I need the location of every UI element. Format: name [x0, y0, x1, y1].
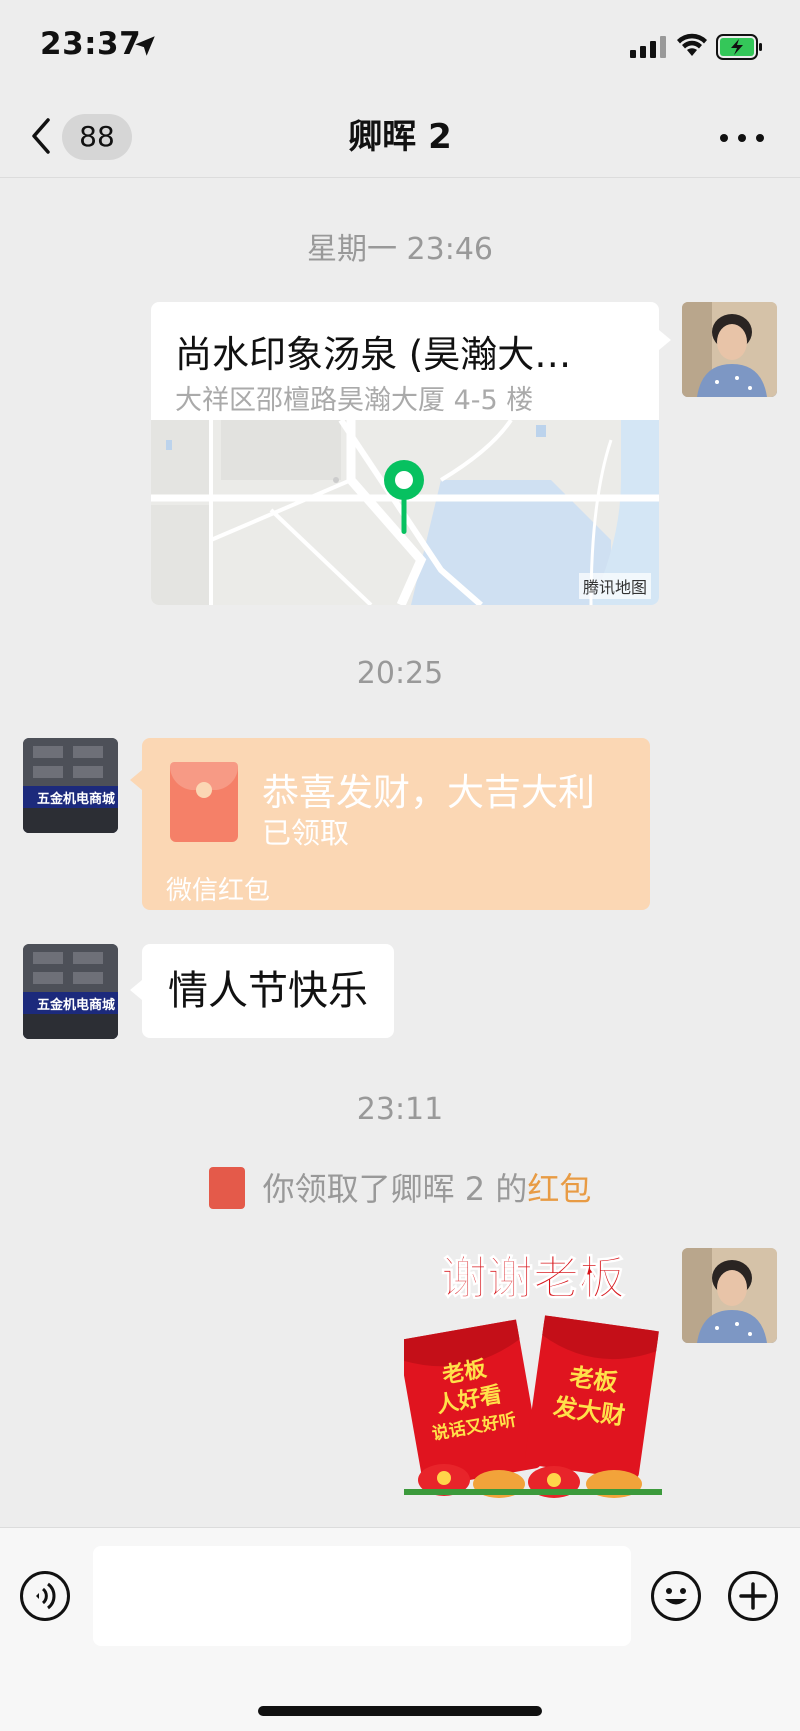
more-icon[interactable] — [720, 134, 764, 142]
red-packet-footer: 微信红包 — [166, 876, 271, 906]
map-pin-icon — [384, 460, 424, 534]
timestamp: 23:11 — [356, 1092, 444, 1127]
text-message[interactable]: 情人节快乐 — [142, 944, 394, 1038]
avatar-contact[interactable]: 五金机电商城 — [23, 944, 118, 1039]
svg-text:五金机电商城: 五金机电商城 — [37, 997, 115, 1013]
red-packet-message[interactable]: 恭喜发财，大吉大利 已领取 微信红包 — [142, 738, 650, 910]
avatar-photo: 五金机电商城 — [23, 944, 118, 1039]
chat-title: 卿晖 2 — [348, 117, 452, 157]
avatar-photo: 五金机电商城 — [23, 738, 118, 833]
avatar-photo — [682, 1248, 777, 1343]
bubble-tail — [659, 330, 671, 350]
sticker-image: 谢谢老板 老板 人好看 说话又好听 老板 发大财 — [397, 1251, 662, 1498]
plus-icon[interactable] — [728, 1571, 778, 1621]
signal-icon — [630, 36, 668, 58]
home-indicator — [258, 1706, 542, 1716]
sticker-top-text: 谢谢老板 — [441, 1251, 625, 1305]
red-packet-icon — [208, 1167, 245, 1209]
red-packet-status: 已领取 — [262, 816, 350, 850]
input-bar — [0, 1527, 800, 1731]
svg-text:五金机电商城: 五金机电商城 — [37, 791, 115, 807]
location-arrow-icon — [135, 36, 155, 56]
system-notice: 你领取了卿晖 2 的红包 — [0, 1164, 800, 1210]
red-packet-icon — [170, 762, 238, 842]
avatar-self[interactable] — [682, 302, 777, 397]
emoji-icon[interactable] — [651, 1571, 701, 1621]
sticker-message[interactable]: 谢谢老板 老板 人好看 说话又好听 老板 发大财 — [397, 1248, 662, 1500]
bubble-tail — [130, 980, 142, 1000]
status-bar: 23:37 — [0, 0, 800, 96]
message-input[interactable] — [93, 1546, 631, 1646]
red-packet-link[interactable]: 红包 — [527, 1170, 591, 1208]
system-notice-text: 你领取了卿晖 2 的 — [262, 1170, 528, 1208]
avatar-self[interactable] — [682, 1248, 777, 1343]
wifi-icon — [677, 33, 707, 56]
status-time: 23:37 — [40, 26, 142, 62]
voice-icon[interactable] — [20, 1571, 70, 1621]
nav-bar: 88 卿晖 2 — [0, 96, 800, 178]
location-address: 大祥区邵檀路昊瀚大厦 4-5 楼 — [175, 385, 534, 416]
avatar-photo — [682, 302, 777, 397]
avatar-contact[interactable]: 五金机电商城 — [23, 738, 118, 833]
battery-charging-icon — [716, 34, 762, 60]
timestamp: 星期一 23:46 — [307, 232, 493, 267]
bubble-tail — [130, 770, 142, 790]
location-title: 尚水印象汤泉 (昊瀚大… — [175, 333, 572, 376]
location-map[interactable]: 腾讯地图 — [151, 418, 659, 605]
location-message[interactable]: 尚水印象汤泉 (昊瀚大… 大祥区邵檀路昊瀚大厦 4-5 楼 腾讯地图 — [151, 302, 659, 605]
red-packet-greeting: 恭喜发财，大吉大利 — [262, 771, 595, 814]
map-brand: 腾讯地图 — [578, 573, 651, 599]
timestamp: 20:25 — [356, 656, 444, 691]
